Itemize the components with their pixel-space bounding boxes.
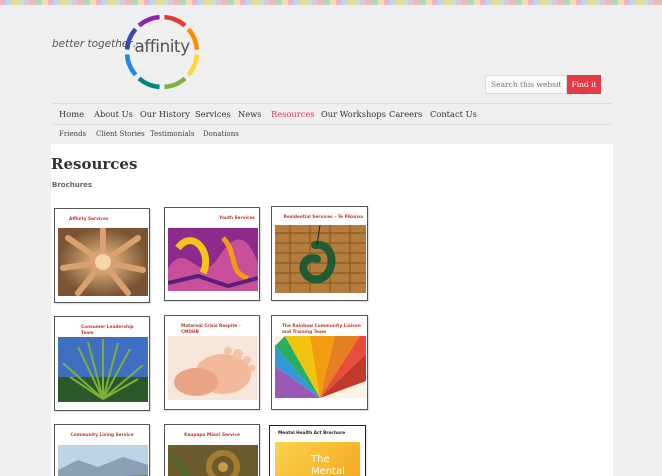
main-nav: Home About Us Our History Services News … [52,103,612,125]
nav-our-history[interactable]: Our History [140,109,190,119]
brochure-rainbow-community[interactable]: The Rainbow Community Liaison and Traini… [271,315,368,410]
page-title: Resources [51,155,138,173]
logo-ring-segment [124,54,138,77]
hands-circle-image [58,228,148,296]
rainbow-paper-image [275,336,366,398]
nav-about-us[interactable]: About Us [94,109,133,119]
subnav-testimonials[interactable]: Testimonials [150,130,195,138]
brochure-kaupapa-maori[interactable]: Kaupapa Māori Service [164,424,260,476]
sub-nav: Friends Client Stories Testimonials Dona… [52,125,612,144]
purple-graffiti-image [168,228,258,291]
cover-text: The Mental [311,454,345,476]
logo-ring-segment [164,14,187,28]
logo-text: affinity [134,37,190,57]
nav-home[interactable]: Home [59,109,84,119]
brochure-title: Consumer Leadership Team [81,325,134,336]
brochure-youth-services[interactable]: Youth Services [164,207,260,301]
nav-resources[interactable]: Resources [271,109,315,119]
baby-feet-image [168,336,258,400]
subnav-client-stories[interactable]: Client Stories [96,130,145,138]
brochure-title: Residential Services – Te Pikorua [283,215,363,220]
subnav-donations[interactable]: Donations [203,130,239,138]
section-heading: Brochures [52,181,93,189]
flax-plant-image [58,337,148,402]
nav-careers[interactable]: Careers [389,109,422,119]
logo-ring-segment [164,76,187,90]
logo-ring-segment [137,76,160,90]
nav-contact-us[interactable]: Contact Us [430,109,477,119]
brochure-affinity-services[interactable]: Affinity Services [54,208,150,303]
yellow-cover-image: The Mental [275,442,360,476]
greenstone-pendant-image [275,225,366,293]
nav-our-workshops[interactable]: Our Workshops [321,109,386,119]
logo-ring-segment [137,14,160,28]
brochure-title: The Rainbow Community Liaison and Traini… [282,324,361,335]
brochure-consumer-leadership[interactable]: Consumer Leadership Team [54,316,150,411]
nav-news[interactable]: News [238,109,262,119]
brochure-title: Affinity Services [69,217,109,222]
brochure-residential-services[interactable]: Residential Services – Te Pikorua [271,206,368,301]
brochure-title: Youth Services [219,216,255,221]
logo-ring-segment [186,54,200,77]
brochure-title: Maternal Crisis Respite - CMDHB [181,324,241,335]
nav-services[interactable]: Services [195,109,231,119]
search-input[interactable] [485,75,567,94]
brochure-title: Kaupapa Māori Service [184,433,240,438]
koru-fern-image [168,445,258,476]
subnav-friends[interactable]: Friends [59,130,86,138]
brochure-maternal-crisis-respite[interactable]: Maternal Crisis Respite - CMDHB [164,315,260,410]
brochure-mental-health-act[interactable]: Mental Health Act Brochure The Mental [269,425,366,476]
find-it-button[interactable]: Find it [567,75,601,94]
brochure-title: Mental Health Act Brochure [278,431,346,436]
landscape-image [58,445,148,476]
brochure-title: Community Living Service [70,433,134,438]
rainbow-stripe [0,0,662,5]
brochure-community-living[interactable]: Community Living Service [54,424,150,476]
